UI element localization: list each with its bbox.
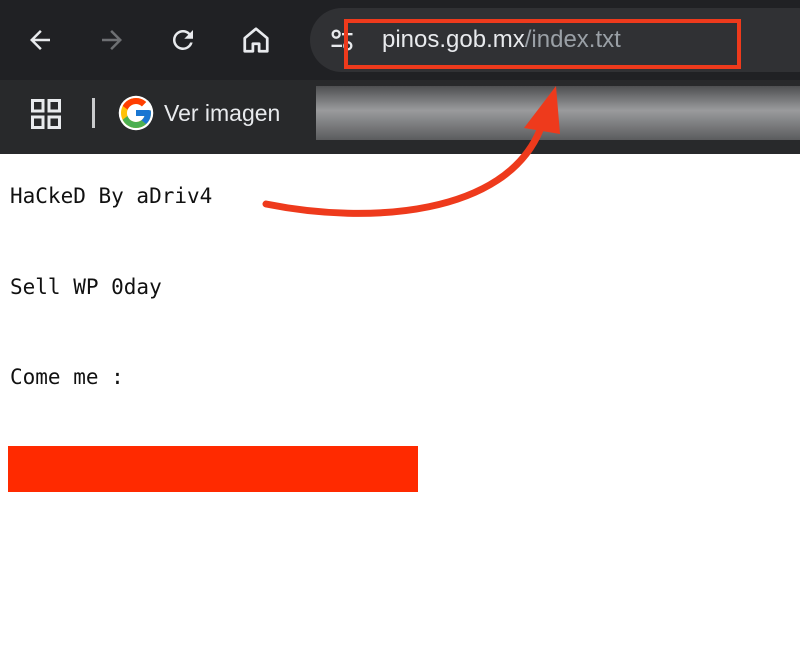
back-button[interactable] — [18, 18, 62, 62]
bookmark-label: Ver imagen — [164, 99, 281, 126]
hacked-by-line: HaCkeD By aDriv4 — [10, 184, 213, 208]
sell-line: Sell WP 0day — [10, 275, 162, 299]
bookmarks-divider — [92, 98, 95, 128]
redaction-bar — [8, 446, 418, 492]
apps-grid-icon — [31, 99, 61, 129]
arrow-left-icon — [30, 30, 50, 50]
apps-button[interactable] — [28, 96, 64, 132]
url-highlight-box — [344, 19, 741, 69]
google-g-icon — [118, 95, 154, 131]
home-icon — [243, 27, 269, 53]
reload-button[interactable] — [161, 18, 205, 62]
reload-icon — [172, 29, 193, 50]
forward-button[interactable] — [90, 18, 134, 62]
arrow-right-icon — [102, 30, 122, 50]
bookmarks-overflow-area — [316, 86, 800, 140]
home-button[interactable] — [234, 18, 278, 62]
contact-line: Come me : — [10, 365, 124, 389]
bookmark-ver-imagen[interactable]: Ver imagen — [118, 90, 280, 136]
